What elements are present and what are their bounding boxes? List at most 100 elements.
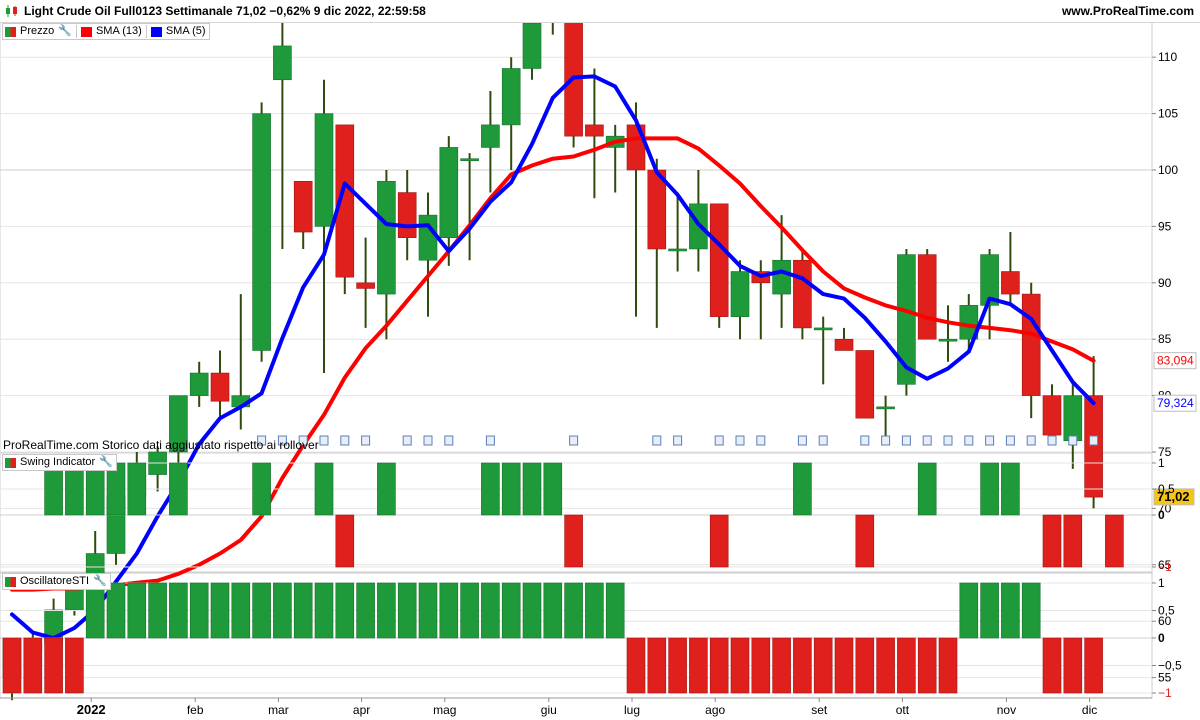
wrench-icon[interactable]: 🔧 — [99, 455, 113, 470]
swing-bar[interactable] — [377, 462, 396, 516]
candle-body[interactable] — [813, 327, 833, 331]
sti-bar[interactable] — [2, 637, 22, 694]
sti-bar[interactable] — [626, 637, 646, 694]
candle-body[interactable] — [189, 372, 209, 396]
sti-bar[interactable] — [668, 637, 687, 694]
event-marker-icon[interactable] — [985, 435, 995, 446]
candle-body[interactable] — [1063, 395, 1083, 442]
event-marker-icon[interactable] — [1026, 435, 1036, 446]
event-marker-icon[interactable] — [735, 435, 745, 446]
sti-bar[interactable] — [189, 582, 209, 639]
sti-bar[interactable] — [772, 637, 791, 694]
swing-bar[interactable] — [522, 462, 542, 516]
sti-bar[interactable] — [543, 582, 563, 639]
candle-body[interactable] — [876, 406, 895, 410]
candle-body[interactable] — [356, 282, 375, 289]
sti-bar[interactable] — [564, 582, 583, 639]
candle-body[interactable] — [252, 113, 271, 351]
swing-bar[interactable] — [1105, 514, 1124, 568]
swing-bar[interactable] — [1001, 462, 1020, 516]
event-marker-icon[interactable] — [340, 435, 350, 446]
sti-bar[interactable] — [314, 582, 334, 639]
candle-body[interactable] — [273, 45, 292, 81]
candle-body[interactable] — [314, 113, 334, 227]
candle-body[interactable] — [917, 254, 937, 340]
sti-bar[interactable] — [585, 582, 604, 639]
event-marker-icon[interactable] — [444, 435, 454, 446]
event-marker-icon[interactable] — [964, 435, 974, 446]
candle-body[interactable] — [397, 192, 417, 238]
swing-bar[interactable] — [314, 462, 334, 516]
candle-body[interactable] — [1021, 293, 1041, 396]
sti-bar[interactable] — [1042, 637, 1062, 694]
candle-body[interactable] — [709, 203, 729, 317]
event-marker-icon[interactable] — [860, 435, 870, 446]
sti-bar[interactable] — [127, 582, 147, 639]
candle-body[interactable] — [293, 180, 313, 233]
sti-bar[interactable] — [460, 582, 479, 639]
candle-body[interactable] — [522, 23, 542, 69]
sti-bar[interactable] — [335, 582, 355, 639]
event-marker-icon[interactable] — [402, 435, 412, 446]
event-marker-icon[interactable] — [901, 435, 911, 446]
event-marker-icon[interactable] — [1005, 435, 1015, 446]
sti-bar[interactable] — [647, 637, 667, 694]
candle-body[interactable] — [1084, 395, 1103, 498]
sti-bar[interactable] — [439, 582, 459, 639]
swing-bar[interactable] — [855, 514, 875, 568]
swing-bar[interactable] — [481, 462, 500, 516]
sti-bar[interactable] — [169, 582, 188, 639]
swing-bar[interactable] — [793, 462, 812, 516]
candle-body[interactable] — [668, 248, 687, 252]
candle-body[interactable] — [439, 147, 459, 238]
sti-bar[interactable] — [876, 637, 895, 694]
sti-bar[interactable] — [106, 582, 126, 639]
event-marker-icon[interactable] — [756, 435, 766, 446]
sti-bar[interactable] — [813, 637, 833, 694]
sti-bar[interactable] — [938, 637, 958, 694]
swing-bar[interactable] — [127, 462, 147, 516]
event-marker-icon[interactable] — [423, 435, 433, 446]
event-marker-icon[interactable] — [569, 435, 579, 446]
sti-bar[interactable] — [397, 582, 417, 639]
sti-bar[interactable] — [210, 582, 230, 639]
swing-bar[interactable] — [543, 462, 563, 516]
sti-bar[interactable] — [709, 637, 729, 694]
sti-bar[interactable] — [751, 637, 771, 694]
sti-bar[interactable] — [377, 582, 396, 639]
event-marker-icon[interactable] — [652, 435, 662, 446]
site-link[interactable]: www.ProRealTime.com — [1062, 0, 1194, 22]
sti-bar[interactable] — [356, 582, 375, 639]
candle-body[interactable] — [460, 158, 479, 162]
event-marker-icon[interactable] — [714, 435, 724, 446]
event-marker-icon[interactable] — [1047, 435, 1057, 446]
event-marker-icon[interactable] — [485, 435, 495, 446]
candle-body[interactable] — [1001, 271, 1020, 295]
sti-bar[interactable] — [834, 637, 854, 694]
sti-bar[interactable] — [897, 637, 916, 694]
sti-bar[interactable] — [855, 637, 875, 694]
swing-bar[interactable] — [917, 462, 937, 516]
event-marker-icon[interactable] — [361, 435, 371, 446]
candle-body[interactable] — [585, 124, 604, 137]
sti-bar[interactable] — [252, 582, 271, 639]
sti-bar[interactable] — [959, 582, 979, 639]
sti-bar[interactable] — [980, 582, 999, 639]
sti-bar[interactable] — [273, 582, 292, 639]
candle-body[interactable] — [1042, 395, 1062, 436]
sti-bar[interactable] — [917, 637, 937, 694]
sti-bar[interactable] — [148, 582, 167, 639]
event-marker-icon[interactable] — [797, 435, 807, 446]
sti-bar[interactable] — [418, 582, 438, 639]
sti-bar[interactable] — [293, 582, 313, 639]
sti-bar[interactable] — [522, 582, 542, 639]
sma13-legend-label[interactable]: SMA (13) — [96, 24, 142, 39]
candle-body[interactable] — [730, 271, 750, 317]
swing-bar[interactable] — [501, 462, 521, 516]
candle-body[interactable] — [418, 214, 438, 261]
candle-body[interactable] — [377, 180, 396, 295]
candle-body[interactable] — [938, 338, 958, 342]
sma5-legend-label[interactable]: SMA (5) — [166, 24, 206, 39]
swing-bar[interactable] — [252, 462, 271, 516]
sti-bar[interactable] — [1001, 582, 1020, 639]
